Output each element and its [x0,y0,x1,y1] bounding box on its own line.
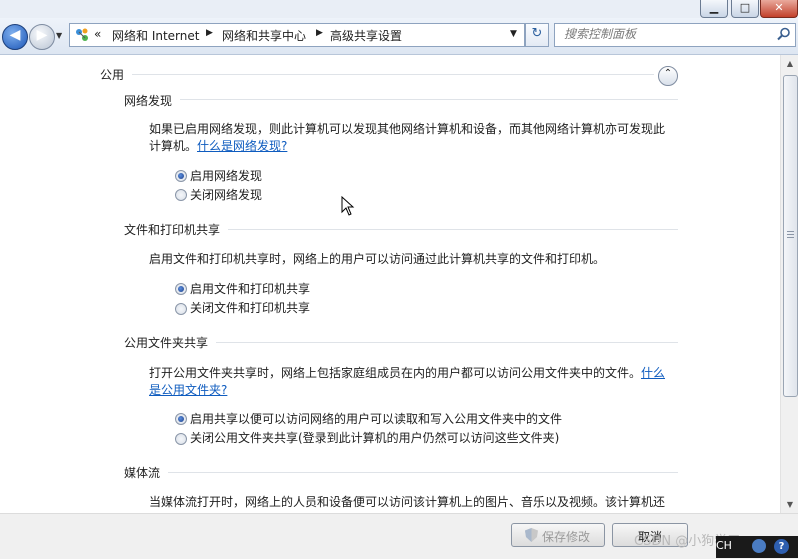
title-bar: ▁ □ ✕ [0,0,798,18]
breadcrumb-advanced-sharing[interactable]: 高级共享设置 [330,27,402,44]
close-button[interactable]: ✕ [760,0,798,18]
network-discovery-title: 网络发现 [124,94,173,108]
minimize-button[interactable]: ▁ [700,0,728,18]
network-discovery-desc-2: 计算机。 [149,139,198,153]
breadcrumb-separator[interactable]: ▶ [206,28,213,38]
save-changes-button[interactable]: 保存修改 [511,523,605,547]
scroll-up-button[interactable]: ▲ [781,55,798,72]
network-icon [76,28,88,41]
what-is-network-discovery-link[interactable]: 什么是网络发现? [197,138,287,155]
uac-shield-icon [525,528,538,542]
divider [228,229,678,230]
radio-enable-file-printer-sharing[interactable] [175,283,187,295]
breadcrumb-network-internet[interactable]: 网络和 Internet [112,27,199,44]
radio-label[interactable]: 关闭文件和打印机共享 [190,299,310,316]
language-bar[interactable]: CH ? [716,536,798,558]
address-dropdown-icon[interactable]: ▼ [510,29,517,39]
radio-enable-network-discovery[interactable] [175,170,187,182]
search-input[interactable] [564,26,764,42]
back-button[interactable]: ◀ [2,24,28,50]
radio-disable-file-printer-sharing[interactable] [175,303,187,315]
radio-disable-network-discovery[interactable] [175,189,187,201]
chevron-up-icon: ⌃ [663,68,673,79]
media-streaming-title: 媒体流 [124,466,161,480]
divider [168,472,678,473]
collapse-profile-button[interactable]: ⌃ [658,66,678,86]
navigation-bar: ◀ ▶ ▼ « 网络和 Internet ▶ 网络和共享中心 ▶ 高级共享设置 … [0,18,798,55]
back-arrow-icon: ◀ [9,27,21,43]
forward-arrow-icon: ▶ [36,27,48,43]
settings-content: 公用 ⌃ 网络发现 如果已启用网络发现，则此计算机可以发现其他网络计算机和设备，… [0,55,780,513]
divider [132,74,654,75]
file-printer-desc: 启用文件和打印机共享时，网络上的用户可以访问通过此计算机共享的文件和打印机。 [149,252,606,266]
what-is-public-folder-link[interactable]: 什么 [641,365,665,382]
public-folder-sharing-title: 公用文件夹共享 [124,336,209,350]
scrollbar-grip [787,231,794,239]
search-icon[interactable] [777,27,791,41]
save-changes-label: 保存修改 [542,530,591,544]
forward-button[interactable]: ▶ [29,24,55,50]
close-icon: ✕ [774,1,784,14]
minimize-icon: ▁ [709,1,719,14]
recent-pages-dropdown[interactable]: ▼ [56,31,62,40]
media-streaming-desc: 当媒体流打开时，网络上的人员和设备便可以访问该计算机上的图片、音乐以及视频。该计… [149,495,666,509]
divider [216,342,678,343]
profile-title: 公用 [100,68,125,82]
network-discovery-desc: 如果已启用网络发现，则此计算机可以发现其他网络计算机和设备，而其他网络计算机亦可… [149,122,666,136]
scroll-down-button[interactable]: ▼ [781,496,798,513]
file-printer-sharing-title: 文件和打印机共享 [124,223,221,237]
breadcrumb-separator[interactable]: ▶ [316,28,323,38]
public-folder-desc: 打开公用文件夹共享时，网络上包括家庭组成员在内的用户都可以访问公用文件夹中的文件… [149,366,642,380]
address-bar[interactable]: « 网络和 Internet ▶ 网络和共享中心 ▶ 高级共享设置 ▼ [69,23,525,47]
ime-icon[interactable] [752,539,766,553]
mouse-cursor-icon [341,196,355,216]
search-box[interactable] [554,23,796,47]
refresh-icon: ↻ [531,26,543,41]
divider [180,99,678,100]
scrollbar-thumb[interactable] [783,75,798,397]
maximize-icon: □ [739,1,751,14]
breadcrumb-overflow[interactable]: « [94,27,101,41]
radio-label[interactable]: 启用文件和打印机共享 [190,280,310,297]
input-language-label[interactable]: CH [716,539,732,552]
refresh-button[interactable]: ↻ [525,23,549,47]
what-is-public-folder-link-2[interactable]: 是公用文件夹? [149,382,227,399]
breadcrumb-sharing-center[interactable]: 网络和共享中心 [222,27,306,44]
radio-label[interactable]: 启用共享以便可以访问网络的用户可以读取和写入公用文件夹中的文件 [190,410,562,427]
help-icon[interactable]: ? [774,539,789,554]
radio-label[interactable]: 关闭网络发现 [190,186,262,203]
radio-enable-public-folder-sharing[interactable] [175,413,187,425]
radio-label[interactable]: 关闭公用文件夹共享(登录到此计算机的用户仍然可以访问这些文件夹) [190,429,559,446]
vertical-scrollbar[interactable]: ▲ ▼ [780,55,798,513]
radio-disable-public-folder-sharing[interactable] [175,433,187,445]
radio-label[interactable]: 启用网络发现 [190,167,262,184]
maximize-button[interactable]: □ [731,0,759,18]
